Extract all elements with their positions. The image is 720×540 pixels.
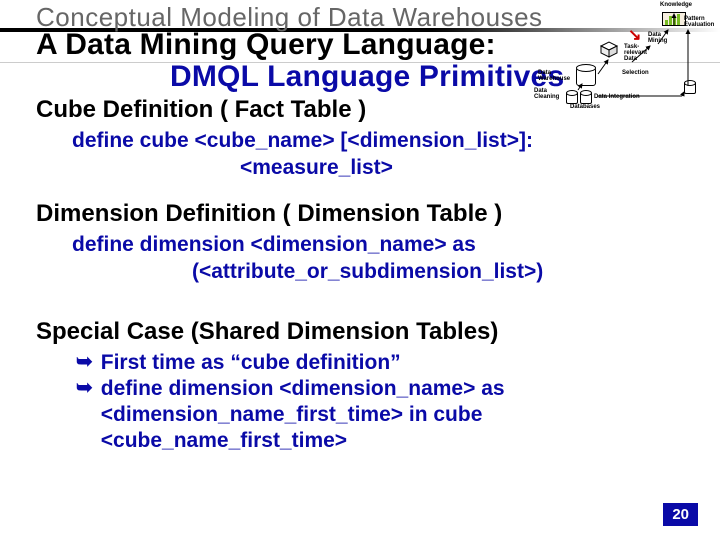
bullet-text: define dimension <dimension_name> as <di… [101,376,692,455]
code-cube-def: define cube <cube_name> [<dimension_list… [72,128,692,182]
heading-special-case: Special Case (Shared Dimension Tables) [36,318,692,346]
code-dim-def: define dimension <dimension_name> as (<a… [72,232,692,286]
dw-architecture-diagram: Knowledge Pattern Evaluation ↘ Data Mini… [532,2,704,110]
page-number-badge: 20 [663,503,698,526]
title-line-1: A Data Mining Query Language: [36,28,564,62]
heading-cube-def: Cube Definition ( Fact Table ) [36,96,692,124]
bullet-item: ➥ define dimension <dimension_name> as <… [76,376,692,455]
code-line: <measure_list> [72,155,692,182]
bullet-text: First time as “cube definition” [101,350,692,376]
slide-title: A Data Mining Query Language: DMQL Langu… [36,28,564,94]
code-line: define dimension <dimension_name> as [72,233,476,256]
code-line: (<attribute_or_subdimension_list>) [72,259,692,286]
slide-body: Cube Definition ( Fact Table ) define cu… [36,96,692,455]
title-line-2: DMQL Language Primitives [36,60,564,94]
bullet-arrow-icon: ➥ [76,376,93,455]
bullet-item: ➥ First time as “cube definition” [76,350,692,376]
bullet-arrow-icon: ➥ [76,350,93,376]
code-line: define cube <cube_name> [<dimension_list… [72,129,533,152]
heading-dim-def: Dimension Definition ( Dimension Table ) [36,200,692,228]
